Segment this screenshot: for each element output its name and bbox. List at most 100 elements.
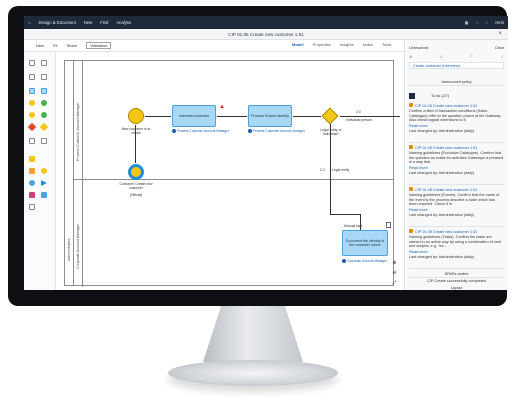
validation-card[interactable]: CIP 01.08 Create new customer 1.51 Namin… [409, 187, 504, 227]
intermediate-event-icon[interactable] [41, 100, 47, 106]
forward-icon[interactable]: › [486, 20, 487, 25]
sequence-flow-3[interactable] [293, 116, 321, 117]
photo-stage: ⌂ Design & Document New Find Analyse ▦ ‹… [0, 0, 515, 397]
validation-card[interactable]: CIP 01.08 Create new customer 1.51 Namin… [409, 229, 504, 269]
exclusive-gateway-icon[interactable] [39, 122, 49, 132]
start-event[interactable] [128, 108, 144, 124]
filter-row: ⊗ ⚠ ⓘ ✓ [409, 54, 504, 61]
read-more-link[interactable]: Read more [409, 208, 504, 212]
toolbar-new[interactable]: New [36, 43, 44, 48]
sequence-flow-8[interactable] [360, 214, 361, 230]
text-shape-icon[interactable] [29, 204, 35, 210]
nav-design-document[interactable]: Design & Document [39, 20, 76, 25]
zoom-in-icon[interactable]: ⊕ [391, 260, 398, 267]
task2-role-label: Process Customer Account Manager [253, 129, 305, 133]
end-event-label: Customer Create new customer [119, 182, 153, 191]
read-more-link[interactable]: Read more [409, 166, 504, 170]
filter-info-icon[interactable]: ⓘ [470, 54, 474, 61]
kpi-shape-icon[interactable] [29, 192, 35, 198]
subprocess-shape-icon[interactable] [41, 88, 47, 94]
clear-button[interactable]: Clear [495, 46, 504, 50]
filter-chip[interactable]: Create customer (Interview) [409, 62, 504, 69]
validation-card[interactable]: CIP 01.08 Create new customer 1.51 Confi… [409, 103, 504, 143]
todo-row: To do (2/7) [409, 92, 504, 100]
sequence-flow-5[interactable] [330, 124, 331, 214]
connector-tool-icon[interactable] [29, 74, 35, 80]
status-dropdown[interactable]: Unresolved [409, 46, 428, 50]
data-store-icon[interactable] [41, 138, 47, 144]
toolbar-share[interactable]: Share [66, 43, 77, 48]
flow-label-legal: Legal entity [332, 168, 350, 172]
tab-tools[interactable]: Tools [382, 42, 391, 47]
gateway-shape-icon[interactable] [27, 122, 37, 132]
note-shape-icon[interactable] [29, 156, 35, 162]
validation-dropdown[interactable]: Validation [86, 42, 112, 49]
section-announced-policy[interactable]: Announced policy [409, 78, 504, 86]
card-meta: Last changed by: Administration (daily) [409, 171, 475, 176]
lasso-tool-icon[interactable] [41, 60, 47, 66]
filter-check-icon[interactable]: ✓ [501, 54, 504, 61]
space-tool-icon[interactable] [41, 74, 47, 80]
sequence-flow-1[interactable] [145, 116, 171, 117]
sequence-flow-7[interactable] [330, 214, 360, 215]
warning-icon[interactable]: ▲ [219, 104, 225, 110]
window-title: CIP 01.08 Create new customer 1.51 [228, 31, 304, 37]
tab-insights[interactable]: Insights [340, 42, 354, 47]
tab-notes[interactable]: Notes [363, 42, 373, 47]
risk-shape-icon[interactable] [29, 168, 35, 174]
timer-event-icon[interactable] [29, 112, 35, 118]
sequence-flow-6[interactable] [135, 125, 136, 163]
filter-warning-icon[interactable]: ⚠ [439, 54, 442, 61]
application-shape-icon[interactable] [41, 192, 47, 198]
section-3-label: Layout [450, 286, 463, 290]
start-event-label: New customer is to create [121, 127, 151, 136]
system-shape-icon[interactable] [29, 180, 35, 186]
lane-divider [74, 179, 393, 180]
section-layout[interactable]: Layout [409, 284, 504, 290]
task-document-identity[interactable]: Document the identity of the customer on… [342, 230, 388, 256]
section-spar-smiles[interactable]: SPARs smiles [409, 270, 504, 278]
home-icon[interactable]: ⌂ [28, 20, 31, 25]
gateway-label: Legal entity or individual? [320, 128, 342, 137]
panel-header: Unresolved Clear [409, 43, 504, 52]
task-ensure-identity[interactable]: Process Ensure identity [248, 105, 292, 127]
sequence-flow-4[interactable] [340, 116, 400, 117]
document-shape-icon[interactable] [29, 138, 35, 144]
filter-error-icon[interactable]: ⊗ [409, 54, 412, 61]
pointer-tool-icon[interactable] [29, 60, 35, 66]
end-event-sub: [Official] [129, 193, 143, 197]
nav-analyse[interactable]: Analyse [116, 20, 131, 25]
tab-properties[interactable]: Properties [313, 42, 331, 47]
todo-checkbox[interactable] [409, 93, 415, 99]
fit-view-icon[interactable]: ⤢ [391, 280, 398, 287]
tab-model[interactable]: Model [292, 42, 304, 47]
play-shape-icon[interactable] [41, 180, 47, 186]
task1-role: Process Customer Account Manager [172, 129, 229, 133]
read-more-link[interactable]: Read more [409, 250, 504, 254]
end-event[interactable] [128, 164, 144, 180]
grid-icon[interactable]: ▦ [465, 20, 469, 25]
start-event-icon[interactable] [29, 100, 35, 106]
task-interview-customer[interactable]: Interview customer [172, 105, 216, 127]
card-body: Naming guidelines (Tasks). Confirm the t… [409, 235, 502, 249]
diagram-canvas[interactable]: Administration Process Customer Account … [56, 52, 402, 290]
toolbar-fit[interactable]: Fit [53, 43, 57, 48]
validation-card[interactable]: CIP 01.08 Create new customer 1.51 Namin… [409, 145, 504, 185]
read-more-link[interactable]: Read more [409, 124, 504, 128]
back-icon[interactable]: ‹ [477, 20, 478, 25]
nav-new[interactable]: New [84, 20, 92, 25]
card-body: Naming guidelines (Exclusive Catalogue).… [409, 151, 504, 165]
message-event-icon[interactable] [41, 112, 47, 118]
task-type-icon [409, 187, 413, 191]
task-shape-icon[interactable] [29, 88, 35, 94]
lane-label-1: Process Customer Account Manager [76, 102, 80, 161]
nav-find[interactable]: Find [100, 20, 108, 25]
user-menu[interactable]: Hein [495, 20, 504, 25]
sequence-flow-2[interactable] [217, 116, 247, 117]
close-icon[interactable]: × [498, 31, 502, 37]
document-icon [386, 222, 391, 228]
flow-num-b: 2.2 [320, 168, 325, 172]
control-shape-icon[interactable] [41, 168, 47, 174]
zoom-out-icon[interactable]: ⊖ [391, 270, 398, 277]
todo-label: To do (2/7) [431, 94, 450, 98]
